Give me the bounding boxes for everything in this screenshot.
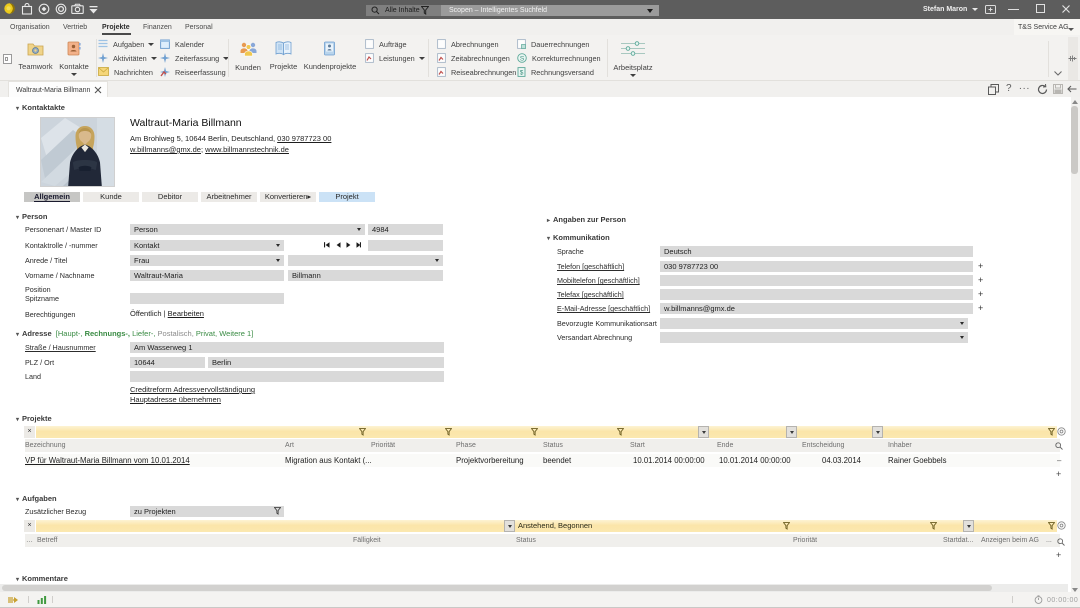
svg-text:$: $ <box>520 69 524 76</box>
svg-text:S: S <box>520 55 525 62</box>
